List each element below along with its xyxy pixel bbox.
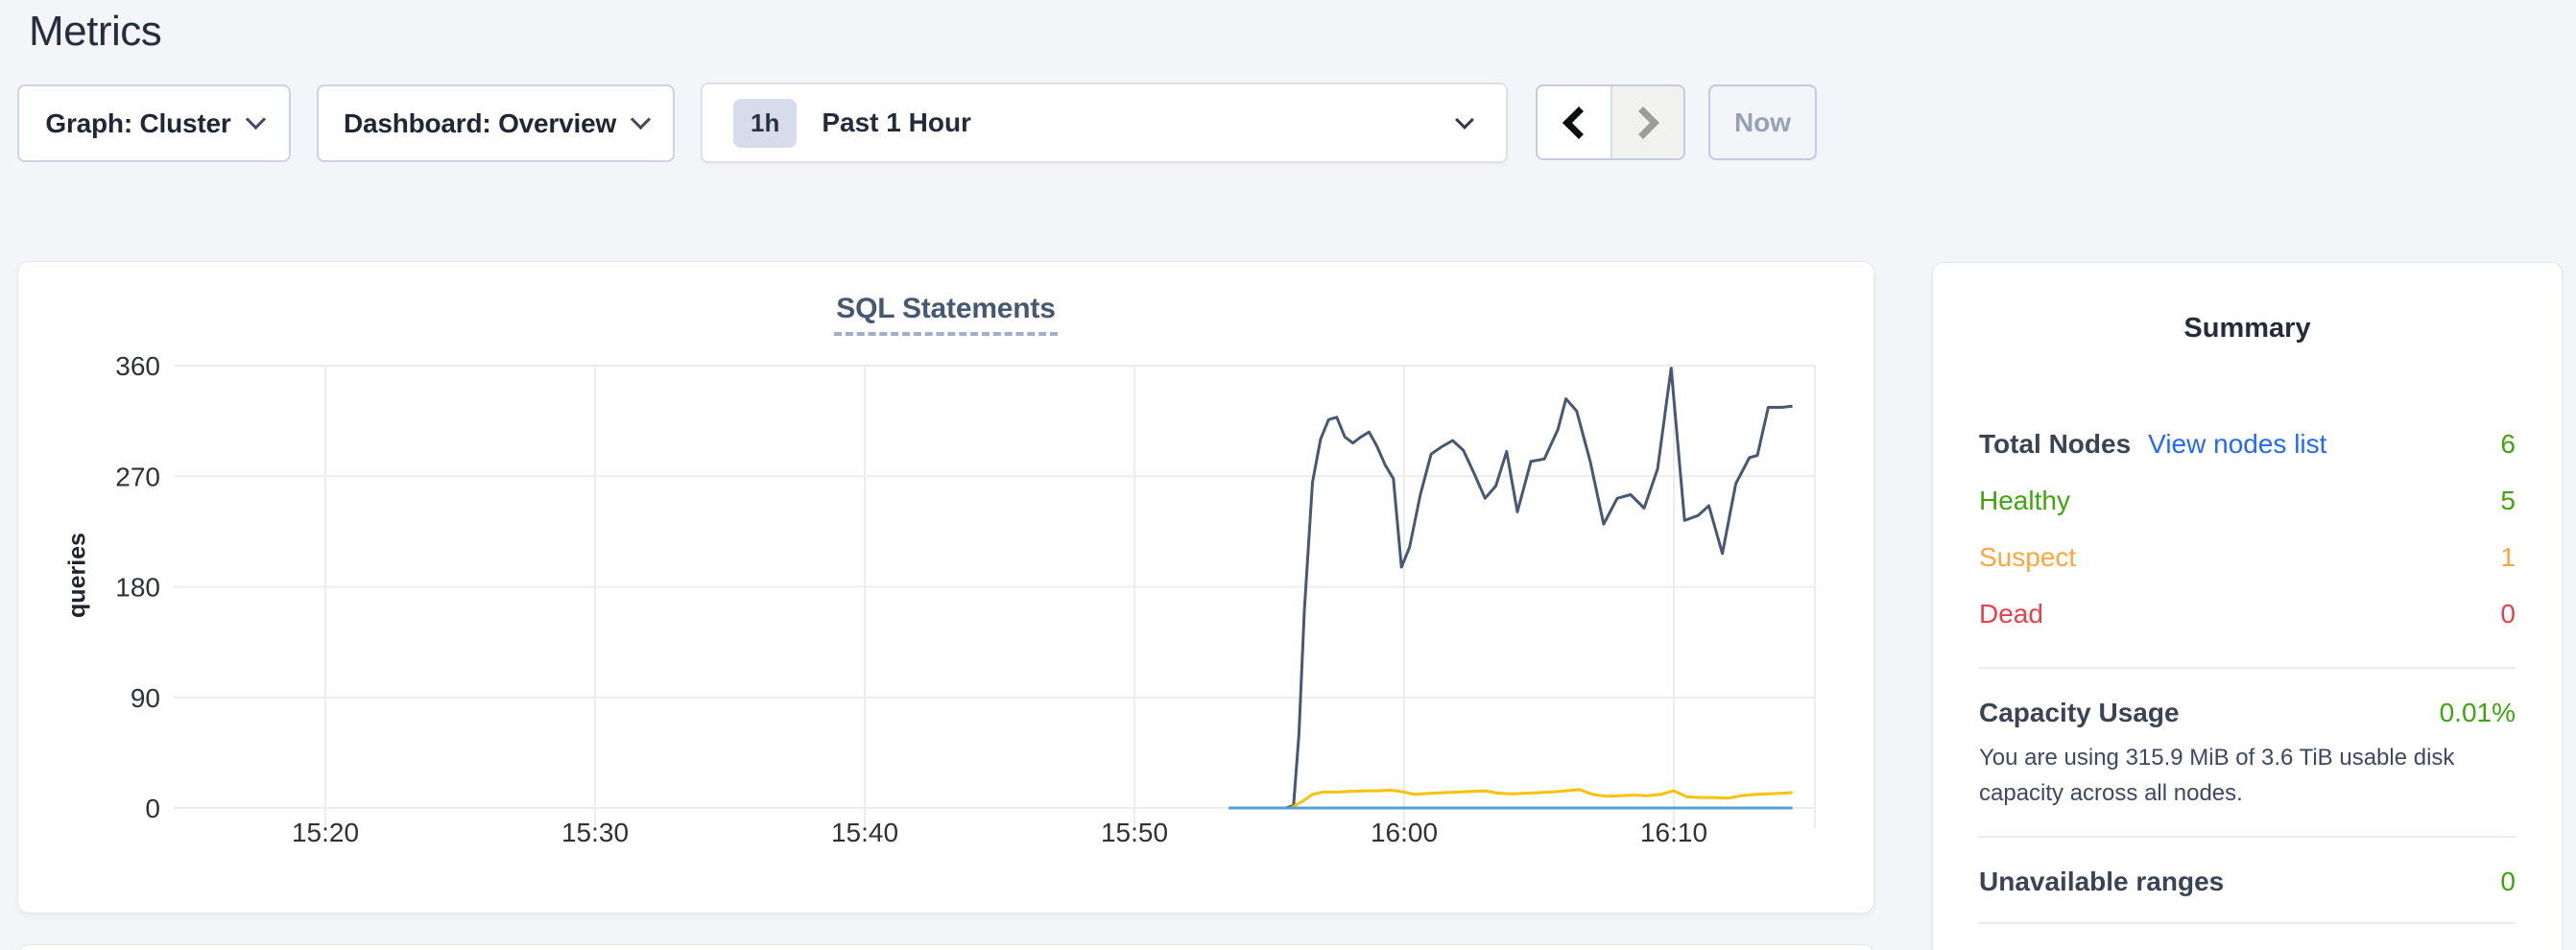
now-button[interactable]: Now [1708,84,1817,160]
dashboard-dropdown-label: Dashboard: Overview [344,108,616,139]
dashboard-dropdown[interactable]: Dashboard: Overview [317,84,675,162]
dead-value: 0 [2500,599,2516,629]
healthy-value: 5 [2500,486,2516,516]
divider [1979,667,2516,669]
capacity-usage-label: Capacity Usage [1979,698,2180,728]
healthy-label: Healthy [1979,486,2070,516]
page-title: Metrics [29,8,161,56]
time-range-badge: 1h [733,99,797,148]
yellow-series-line [1228,790,1792,808]
total-nodes-label: Total Nodes [1979,429,2131,460]
unavailable-ranges-value: 0 [2500,867,2516,897]
time-step-forward-button[interactable] [1610,86,1683,158]
capacity-usage-description: You are using 315.9 MiB of 3.6 TiB usabl… [1979,740,2516,811]
view-nodes-list-link[interactable]: View nodes list [2148,429,2326,460]
total-nodes-value: 6 [2500,429,2516,460]
y-tick-label: 90 [131,683,160,713]
y-tick-label: 180 [115,573,160,603]
divider [1979,922,2516,924]
x-tick-label: 15:50 [1101,818,1168,847]
chevron-down-icon [246,109,266,130]
graph-scope-dropdown[interactable]: Graph: Cluster [17,84,291,162]
time-step-back-button[interactable] [1538,86,1610,158]
suspect-label: Suspect [1979,542,2076,573]
chevron-down-icon [1455,110,1474,130]
summary-panel: Summary Total Nodes View nodes list 6 He… [1932,262,2563,950]
capacity-usage-value: 0.01% [2440,698,2516,728]
capacity-usage-section: Capacity Usage 0.01% You are using 315.9… [1979,698,2516,811]
sql-statements-chart-card: SQL Statements queries 36027018090015:20… [17,261,1874,914]
x-tick-label: 16:00 [1371,818,1438,847]
dead-label: Dead [1979,599,2043,629]
y-tick-label: 270 [115,462,160,491]
chevron-down-icon [631,109,651,130]
chevron-left-icon [1562,107,1595,139]
time-range-selector[interactable]: 1h Past 1 Hour [701,83,1508,163]
summary-title: Summary [1979,313,2516,344]
unavailable-ranges-label: Unavailable ranges [1979,867,2224,897]
total-nodes-row: Total Nodes View nodes list 6 [1979,416,2516,472]
x-tick-label: 16:10 [1640,818,1707,847]
divider [1979,836,2516,838]
chevron-right-icon [1627,107,1659,139]
next-chart-card [17,944,1874,950]
healthy-nodes-row: Healthy 5 [1979,472,2516,529]
y-tick-label: 0 [145,794,160,823]
graph-scope-dropdown-label: Graph: Cluster [45,108,230,139]
time-range-label: Past 1 Hour [822,107,971,138]
x-tick-label: 15:30 [561,818,629,847]
x-tick-label: 15:20 [292,818,359,847]
suspect-value: 1 [2500,542,2516,573]
x-tick-label: 15:40 [831,818,898,847]
dark-slate-series-line [1228,368,1792,808]
suspect-nodes-row: Suspect 1 [1979,529,2516,585]
sql-statements-chart: 360 270 180 90 0 15:20 15:30 15:40 15:50 16:00 16:… [18,262,1875,914]
unavailable-ranges-section: Unavailable ranges 0 [1979,867,2516,897]
node-status-rows: Total Nodes View nodes list 6 Healthy 5 … [1979,416,2516,642]
dead-nodes-row: Dead 0 [1979,585,2516,642]
time-step-buttons [1536,84,1685,160]
y-tick-label: 360 [115,351,160,381]
